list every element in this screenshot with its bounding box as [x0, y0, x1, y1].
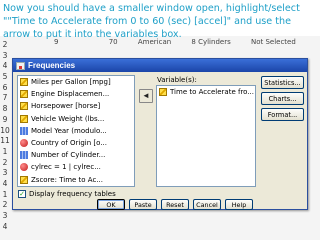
variable-label: Miles per Gallon [mpg] [31, 78, 111, 87]
row-number: 2 [2, 200, 8, 210]
variable-label: Zscore: Time to Ac... [31, 175, 103, 184]
row-number: 4 [2, 221, 8, 231]
row-number: 3 [2, 211, 8, 220]
scale-icon [20, 114, 28, 123]
row-number: 8 [2, 104, 8, 114]
display-frequency-tables-option[interactable]: ✓ Display frequency tables [18, 190, 116, 198]
dialog-title: Frequencies [28, 61, 76, 70]
row-number: 1 [2, 189, 8, 199]
move-variable-button[interactable]: ◄ [139, 89, 153, 103]
variable-label: Horsepower [horse] [31, 102, 101, 111]
variable-label: cylrec = 1 | cylrec... [31, 163, 101, 172]
row-number-column: 2 3 4 5 6 7 8 9 10 11 1 2 3 4 1 2 3 4 [0, 40, 10, 232]
row-number: 4 [2, 178, 8, 188]
list-item[interactable]: Engine Displacemen... [18, 88, 134, 100]
row-number: 1 [2, 146, 8, 156]
charts-button[interactable]: Charts... [261, 92, 304, 105]
dialog-button-row: OK Paste Reset Cancel Help [97, 199, 253, 210]
nominal-icon [20, 139, 28, 148]
row-number: 7 [2, 93, 8, 103]
variable-label: Time to Accelerate fro... [170, 88, 254, 96]
row-number: 2 [2, 40, 8, 49]
row-number: 3 [2, 50, 8, 60]
checkbox-label: Display frequency tables [29, 190, 116, 198]
variable-label: Vehicle Weight (lbs... [31, 114, 105, 123]
ok-button[interactable]: OK [97, 199, 125, 210]
row-number: 5 [2, 72, 8, 82]
variable-label: Model Year (modulo... [31, 126, 107, 135]
dialog-titlebar[interactable]: Frequencies [13, 59, 307, 72]
arrow-left-icon: ◄ [142, 91, 150, 100]
scale-icon [20, 175, 28, 184]
row-number: 11 [0, 136, 10, 146]
instruction-text: Now you should have a smaller window ope… [3, 3, 300, 40]
list-item[interactable]: Miles per Gallon [mpg] [18, 76, 134, 88]
paste-button[interactable]: Paste [129, 199, 157, 210]
list-item[interactable]: Number of Cylinder... [18, 149, 134, 161]
cancel-button[interactable]: Cancel [193, 199, 221, 210]
checkmark-icon: ✓ [19, 190, 25, 198]
scale-icon [159, 88, 167, 96]
format-button[interactable]: Format... [261, 108, 304, 121]
list-item[interactable]: Model Year (modulo... [18, 125, 134, 137]
statistics-button[interactable]: Statistics... [261, 76, 304, 89]
row-number: 9 [2, 114, 8, 124]
list-item[interactable]: Time to Accelerate fro... [157, 86, 255, 98]
list-item[interactable]: Country of Origin [o... [18, 137, 134, 149]
frequencies-icon [16, 61, 25, 70]
display-frequency-tables-checkbox[interactable]: ✓ [18, 190, 26, 198]
source-variable-list[interactable]: Miles per Gallon [mpg] Engine Displaceme… [17, 75, 135, 187]
selected-variable-list[interactable]: Time to Accelerate fro... [156, 85, 256, 187]
variable-label: Engine Displacemen... [31, 90, 110, 99]
nominal-icon [20, 163, 28, 172]
ordinal-icon [20, 126, 28, 135]
list-item[interactable]: Vehicle Weight (lbs... [18, 113, 134, 125]
scale-icon [20, 90, 28, 99]
scale-icon [20, 78, 28, 87]
scale-icon [20, 102, 28, 111]
row-number: 3 [2, 168, 8, 178]
row-number: 6 [2, 82, 8, 92]
list-item[interactable]: cylrec = 1 | cylrec... [18, 161, 134, 173]
frequencies-dialog: Frequencies Miles per Gallon [mpg] Engin… [12, 58, 308, 210]
row-number: 2 [2, 157, 8, 167]
row-number: 10 [0, 125, 10, 135]
list-item[interactable]: Horsepower [horse] [18, 100, 134, 112]
variables-caption: Variable(s): [157, 76, 197, 84]
reset-button[interactable]: Reset [161, 199, 189, 210]
row-number: 4 [2, 61, 8, 71]
variable-label: Country of Origin [o... [31, 139, 107, 148]
variable-label: Number of Cylinder... [31, 151, 106, 160]
ordinal-icon [20, 151, 28, 160]
list-item[interactable]: Zscore: Time to Ac... [18, 174, 134, 186]
help-button[interactable]: Help [225, 199, 253, 210]
